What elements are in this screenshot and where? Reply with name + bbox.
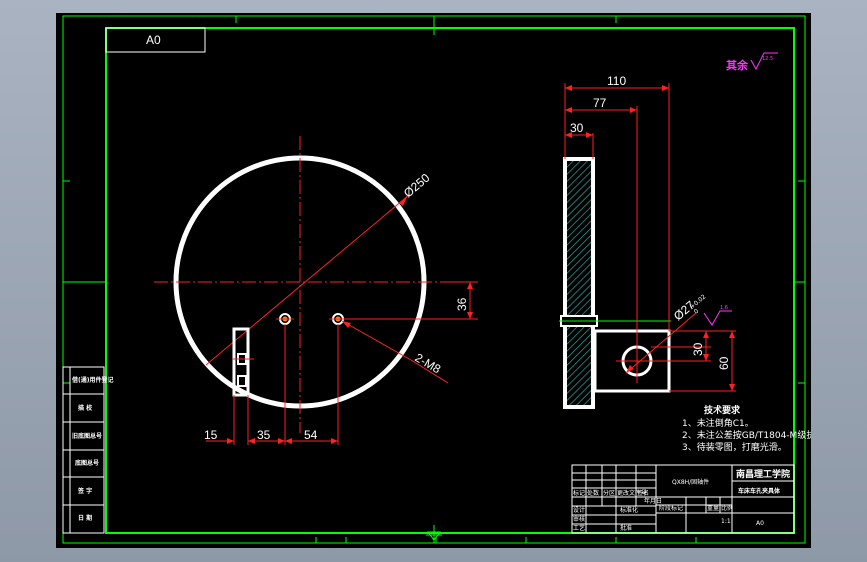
- roughness-value: 12.5: [762, 56, 773, 62]
- dim54-arrow-left: [285, 438, 292, 444]
- dim-60: 60: [717, 356, 731, 370]
- dim-30-top: 30: [570, 121, 584, 135]
- left-table-cell-3: 旧底图总号: [72, 432, 102, 440]
- dim54-arrow-right: [331, 438, 338, 444]
- sheet-label: A0: [146, 33, 161, 47]
- title-label-approve: 批准: [620, 524, 632, 532]
- title-label-standard: 标准化: [620, 506, 638, 514]
- left-table-cell-6: 日 期: [78, 514, 92, 522]
- left-table-cell-5: 签 字: [77, 487, 92, 495]
- title-label-design: 设计: [573, 506, 585, 514]
- left-table-cell-1: 借(通)用件登记: [71, 376, 114, 384]
- dim77-arrow-left: [565, 107, 572, 113]
- dim-35: 35: [257, 428, 271, 442]
- inner-frame: [105, 27, 795, 534]
- small-roughness-icon: [703, 310, 732, 326]
- plate-section: [563, 157, 595, 409]
- dim15-arrow: [227, 438, 234, 444]
- tech-note-2: 2、未注公差按GB/T1804-M级执行。: [682, 429, 811, 441]
- m8-leader: [341, 320, 412, 361]
- small-roughness-value: 1.6: [720, 305, 728, 311]
- dim110-arrow-right: [662, 85, 669, 91]
- mini-header-5: 签名: [637, 489, 649, 497]
- mini-header-1: 标记: [573, 489, 585, 497]
- dim-36: 36: [455, 297, 469, 311]
- dim-d27-tol-upper: +0.02: [689, 293, 708, 310]
- dim-110: 110: [607, 74, 626, 88]
- title-scale-value: 1:1: [721, 518, 731, 525]
- dim-d250: Ø250: [401, 170, 433, 200]
- roughness-other-label: 其余: [726, 58, 749, 72]
- drawing-sheet: A0 其余 12.5 Ø250 36 2-M8 15 35 54 110 77 …: [56, 13, 811, 548]
- dim30-right-arrow-top: [703, 331, 709, 338]
- mini-header-3: 分区: [603, 489, 615, 497]
- dim-54: 54: [304, 428, 318, 442]
- tech-notes-title: 技术要求: [704, 404, 741, 416]
- side-view: 110 77 30 Ø27 +0.02 0 1.6 30 60: [559, 74, 736, 409]
- mini-header-2: 处数: [587, 489, 599, 497]
- dim35-arrow-right: [278, 438, 285, 444]
- dim110-arrow-left: [565, 85, 572, 91]
- dim60-arrow-bottom: [729, 384, 735, 391]
- diameter-leader: [205, 194, 410, 366]
- dim-77: 77: [593, 96, 607, 110]
- title-block: 标记 处数 分区 更改文件号 签名 年月日 设计 标准化 审核 工艺 批准 阶段…: [571, 464, 795, 534]
- dim35-arrow-left: [248, 438, 255, 444]
- tech-note-1: 1、未注倒角C1。: [682, 417, 754, 429]
- part-code: QX8H/固轴件: [672, 478, 709, 486]
- dim-15: 15: [204, 428, 218, 442]
- dim36-arrow-top: [467, 282, 473, 289]
- title-label-process: 工艺: [573, 524, 585, 532]
- title-label-stage: 阶段标记: [659, 504, 683, 512]
- dim30-arrow-right: [586, 132, 593, 138]
- technical-drawing: A0 其余 12.5 Ø250 36 2-M8 15 35 54 110 77 …: [62, 15, 811, 544]
- front-view: Ø250 36 2-M8 15 35 54: [154, 136, 478, 445]
- slot-notch-2: [237, 375, 247, 387]
- dim60-arrow-top: [729, 331, 735, 338]
- mini-header-6: 年月日: [644, 497, 662, 505]
- title-label-weight: 重量: [707, 504, 719, 512]
- part-name: 车床车孔夹具体: [738, 487, 781, 495]
- dim36-arrow-bottom: [467, 312, 473, 319]
- bottom-dimension-lines: [206, 324, 339, 445]
- left-table-cell-4: 底图总号: [75, 459, 99, 467]
- technical-notes: 技术要求 1、未注倒角C1。 2、未注公差按GB/T1804-M级执行。 3、待…: [682, 404, 811, 453]
- m8-arrow: [342, 321, 351, 328]
- left-table-cell-2: 描 校: [78, 404, 93, 412]
- school-name: 南昌理工学院: [736, 468, 790, 480]
- dim77-arrow-right: [630, 107, 637, 113]
- title-label-scale: 比例: [721, 504, 733, 512]
- tech-note-3: 3、待装零图，打磨光滑。: [682, 441, 787, 453]
- dim-30-right: 30: [691, 342, 705, 356]
- sheet-size: A0: [756, 520, 764, 527]
- title-label-review: 审核: [573, 515, 585, 523]
- dim-m8: 2-M8: [413, 350, 444, 376]
